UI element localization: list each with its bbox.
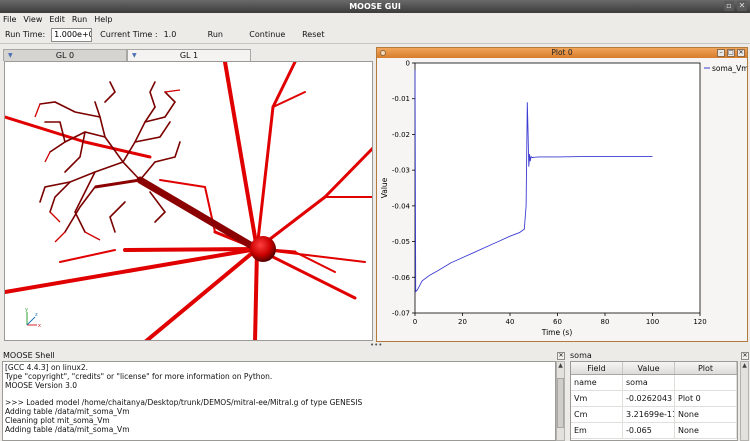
cell-value[interactable]: soma	[623, 375, 675, 390]
x-axis-label: Time (s)	[541, 328, 573, 337]
y-tick-label: -0.05	[392, 238, 410, 246]
table-row[interactable]: Vm -0.0262043 Plot 0	[571, 391, 737, 407]
primary-dendrite	[136, 176, 261, 253]
cell-value[interactable]: -0.0262043	[623, 391, 675, 406]
x-tick-label: 100	[646, 318, 659, 326]
close-icon[interactable]: ✕	[737, 49, 745, 57]
tab-label: GL 1	[179, 51, 199, 60]
x-tick-label: 60	[553, 318, 562, 326]
shell-close-icon[interactable]: ✕	[557, 352, 565, 360]
menu-run[interactable]: Run	[72, 13, 87, 26]
maximize-icon[interactable]: □	[727, 49, 735, 57]
moose-shell[interactable]: [GCC 4.4.3] on linux2. Type "copyright",…	[2, 361, 556, 441]
plot-area	[414, 62, 701, 314]
neuron-render: y x z	[5, 62, 372, 340]
y-tick-label: -0.04	[392, 202, 411, 210]
cell-plot[interactable]: None	[675, 407, 737, 422]
cell-field: name	[571, 375, 623, 390]
plot-canvas[interactable]: 0 -0.01 -0.02 -0.03 -0.04 -0.05 -0.06 -0.07 0 20…	[377, 58, 747, 341]
table-header: Field Value Plot	[571, 362, 737, 375]
shell-scrollbar[interactable]: ▲	[556, 361, 565, 441]
y-tick-label: -0.03	[392, 167, 410, 175]
column-header-field[interactable]: Field	[571, 362, 623, 374]
x-tick-label: 0	[413, 318, 417, 326]
current-time-label: Current Time :	[100, 30, 158, 39]
cell-plot[interactable]: None	[675, 423, 737, 438]
cell-value[interactable]: 3.21699e-11	[623, 407, 675, 422]
dendritic-tuft	[39, 81, 181, 233]
y-axis-ticks: 0 -0.01 -0.02 -0.03 -0.04 -0.05 -0.06 -0.07	[392, 60, 415, 318]
scroll-up-icon[interactable]: ▲	[741, 362, 748, 370]
shell-line: Adding table /data/mit_soma_Vm	[5, 424, 130, 434]
svg-text:z: z	[35, 312, 38, 318]
menu-view[interactable]: View	[23, 13, 42, 26]
menu-help[interactable]: Help	[94, 13, 112, 26]
tab-label: GL 0	[55, 51, 75, 60]
y-tick-label: -0.01	[392, 95, 410, 103]
cell-plot[interactable]	[675, 375, 737, 390]
splitter-handle[interactable]: •••	[370, 342, 382, 349]
reset-button[interactable]: Reset	[294, 30, 332, 39]
svg-text:x: x	[38, 323, 41, 329]
x-axis-ticks: 0 20 40 60 80 100 120	[413, 313, 707, 326]
maximize-button[interactable]: ▫	[724, 1, 734, 11]
x-tick-label: 80	[601, 318, 610, 326]
scroll-thumb[interactable]	[557, 378, 564, 428]
x-tick-label: 40	[506, 318, 515, 326]
current-time-value: 1.0	[163, 30, 177, 39]
y-tick-label: -0.02	[392, 131, 410, 139]
plot-window[interactable]: Plot 0 – □ ✕ 0 -0.01 -0.02 -0.03 -0.04 -0.05 -…	[376, 47, 748, 342]
shell-title: MOOSE Shell	[3, 351, 55, 360]
tab-dropdown-icon[interactable]: ▼	[132, 50, 137, 61]
column-header-plot[interactable]: Plot	[675, 362, 737, 374]
view-tabs: ▼ GL 0 ▼ GL 1	[3, 49, 251, 61]
soma-sphere	[250, 236, 276, 262]
cell-field: Em	[571, 423, 623, 438]
tab-gl0[interactable]: ▼ GL 0	[3, 49, 127, 61]
run-time-input[interactable]	[51, 27, 93, 42]
minimize-icon[interactable]: –	[717, 49, 725, 57]
menu-file[interactable]: File	[3, 13, 16, 26]
properties-table: Field Value Plot name soma Vm -0.0262043…	[570, 361, 738, 441]
table-row[interactable]: Em -0.065 None	[571, 423, 737, 439]
shell-line: Type "copyright", "credits" or "license"…	[5, 371, 273, 381]
table-row[interactable]: Cm 3.21699e-11 None	[571, 407, 737, 423]
y-tick-label: -0.07	[392, 310, 410, 318]
table-row[interactable]: name soma	[571, 375, 737, 391]
window-title: MOOSE GUI	[349, 2, 401, 11]
cell-field: Cm	[571, 407, 623, 422]
close-button[interactable]: ✕	[737, 1, 747, 11]
cell-value[interactable]: -0.065	[623, 423, 675, 438]
neuron-3d-view[interactable]: y x z	[4, 61, 373, 341]
properties-title: soma	[570, 351, 592, 360]
y-tick-label: -0.06	[392, 274, 411, 282]
cell-field: Vm	[571, 391, 623, 406]
shell-line: MOOSE Version 3.0	[5, 380, 78, 390]
tab-dropdown-icon[interactable]: ▼	[8, 50, 13, 61]
run-button[interactable]: Run	[204, 30, 226, 39]
plot-title-bar[interactable]: Plot 0 – □ ✕	[377, 48, 747, 58]
run-time-label: Run Time:	[5, 30, 46, 39]
y-tick-label: 0	[406, 60, 410, 68]
title-bar: MOOSE GUI ▫ ✕	[0, 0, 750, 13]
plot-title: Plot 0	[551, 48, 573, 57]
column-header-value[interactable]: Value	[623, 362, 675, 374]
continue-button[interactable]: Continue	[248, 30, 286, 39]
x-tick-label: 120	[693, 318, 706, 326]
y-axis-label: Value	[380, 177, 389, 198]
axes-gizmo-icon: y x z	[25, 307, 41, 329]
properties-close-icon[interactable]: ✕	[741, 352, 749, 360]
menu-edit[interactable]: Edit	[49, 13, 65, 26]
cell-plot[interactable]: Plot 0	[675, 391, 737, 406]
table-scrollbar[interactable]: ▲	[740, 361, 749, 441]
svg-text:y: y	[25, 307, 28, 313]
x-tick-label: 20	[458, 318, 467, 326]
toolbar: Run Time: Current Time : 1.0 Run Continu…	[0, 26, 750, 44]
menu-bar: File View Edit Run Help	[0, 13, 750, 26]
scroll-up-icon[interactable]: ▲	[557, 362, 564, 370]
legend-label: soma_Vm	[712, 64, 747, 73]
tab-gl1[interactable]: ▼ GL 1	[127, 49, 251, 61]
plot-menu-icon[interactable]	[380, 50, 386, 56]
